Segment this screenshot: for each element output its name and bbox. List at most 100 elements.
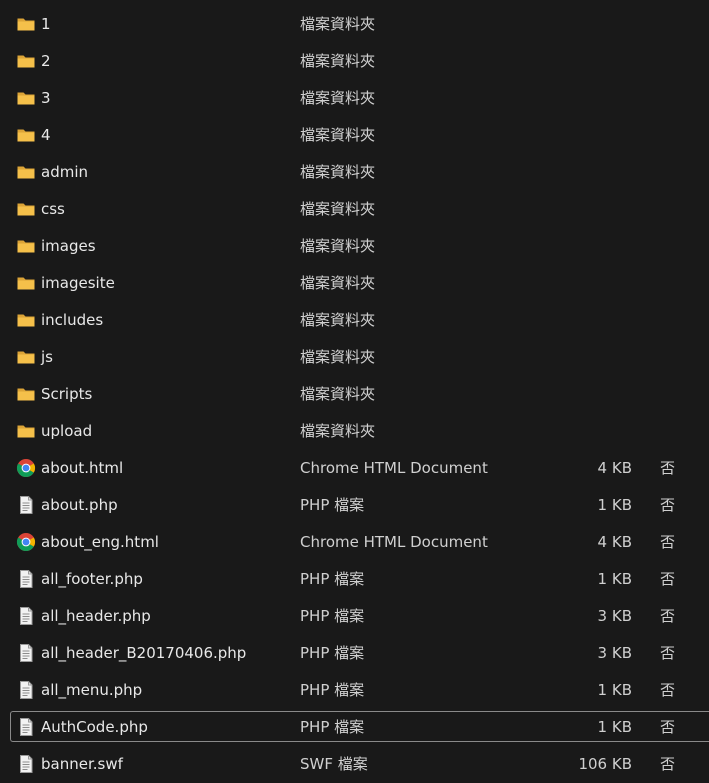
file-name: all_footer.php — [41, 570, 143, 588]
folder-icon — [16, 421, 36, 441]
folder-icon — [16, 14, 36, 34]
file-icon — [16, 717, 36, 737]
file-availability: 否 — [660, 570, 676, 588]
chrome-icon — [16, 458, 36, 478]
folder-icon — [16, 88, 36, 108]
file-row[interactable]: all_menu.php PHP 檔案 1 KB 否 — [10, 674, 709, 705]
file-row[interactable]: about_eng.html Chrome HTML Document 4 KB 否 — [10, 526, 709, 557]
file-type: 檔案資料夾 — [300, 422, 376, 440]
file-name: imagesite — [41, 274, 115, 292]
file-availability: 否 — [660, 755, 676, 773]
file-availability: 否 — [660, 681, 676, 699]
file-type: PHP 檔案 — [300, 570, 365, 588]
file-name: about_eng.html — [41, 533, 159, 551]
file-row[interactable]: 3 檔案資料夾 — [10, 82, 709, 113]
file-row[interactable]: all_header.php PHP 檔案 3 KB 否 — [10, 600, 709, 631]
file-row[interactable]: imagesite 檔案資料夾 — [10, 267, 709, 298]
file-row[interactable]: about.php PHP 檔案 1 KB 否 — [10, 489, 709, 520]
file-row[interactable]: includes 檔案資料夾 — [10, 304, 709, 335]
file-name: 4 — [41, 126, 51, 144]
file-row[interactable]: js 檔案資料夾 — [10, 341, 709, 372]
file-type: 檔案資料夾 — [300, 163, 376, 181]
file-name: admin — [41, 163, 88, 181]
folder-icon — [16, 162, 36, 182]
file-size: 1 KB — [597, 496, 632, 514]
folder-icon — [16, 310, 36, 330]
file-name: Scripts — [41, 385, 93, 403]
file-size: 3 KB — [597, 607, 632, 625]
file-row[interactable]: about.html Chrome HTML Document 4 KB 否 — [10, 452, 709, 483]
file-name: all_header.php — [41, 607, 151, 625]
folder-icon — [16, 236, 36, 256]
file-type: 檔案資料夾 — [300, 348, 376, 366]
file-size: 1 KB — [597, 718, 632, 736]
file-availability: 否 — [660, 718, 676, 736]
folder-icon — [16, 51, 36, 71]
file-row[interactable]: all_header_B20170406.php PHP 檔案 3 KB 否 — [10, 637, 709, 668]
file-name: 3 — [41, 89, 51, 107]
file-row[interactable]: images 檔案資料夾 — [10, 230, 709, 261]
file-icon — [16, 495, 36, 515]
file-row[interactable]: 4 檔案資料夾 — [10, 119, 709, 150]
file-type: 檔案資料夾 — [300, 126, 376, 144]
folder-icon — [16, 273, 36, 293]
file-name: all_header_B20170406.php — [41, 644, 247, 662]
file-row[interactable]: upload 檔案資料夾 — [10, 415, 709, 446]
file-row[interactable]: 2 檔案資料夾 — [10, 45, 709, 76]
file-size: 4 KB — [597, 459, 632, 477]
folder-icon — [16, 384, 36, 404]
file-name: banner.swf — [41, 755, 123, 773]
file-list: 1 檔案資料夾 2 檔案資料夾 3 檔案資料夾 4 檔案資料夾 admin 檔案資料夾 css 檔案資… — [0, 0, 709, 783]
file-size: 1 KB — [597, 570, 632, 588]
file-name: css — [41, 200, 65, 218]
file-row[interactable]: css 檔案資料夾 — [10, 193, 709, 224]
file-availability: 否 — [660, 533, 676, 551]
file-size: 4 KB — [597, 533, 632, 551]
file-name: about.html — [41, 459, 124, 477]
file-name: js — [41, 348, 53, 366]
file-name: images — [41, 237, 96, 255]
file-type: PHP 檔案 — [300, 718, 365, 736]
folder-icon — [16, 347, 36, 367]
file-row[interactable]: 1 檔案資料夾 — [10, 8, 709, 39]
file-icon — [16, 754, 36, 774]
file-type: Chrome HTML Document — [300, 533, 488, 551]
file-name: includes — [41, 311, 104, 329]
folder-icon — [16, 199, 36, 219]
file-size: 106 KB — [578, 755, 632, 773]
file-name: 2 — [41, 52, 51, 70]
file-availability: 否 — [660, 459, 676, 477]
file-size: 1 KB — [597, 681, 632, 699]
file-icon — [16, 643, 36, 663]
file-name: AuthCode.php — [41, 718, 148, 736]
file-type: PHP 檔案 — [300, 681, 365, 699]
file-size: 3 KB — [597, 644, 632, 662]
file-row[interactable]: AuthCode.php PHP 檔案 1 KB 否 — [10, 711, 709, 742]
file-icon — [16, 680, 36, 700]
file-availability: 否 — [660, 496, 676, 514]
file-type: 檔案資料夾 — [300, 385, 376, 403]
file-row[interactable]: banner.swf SWF 檔案 106 KB 否 — [10, 748, 709, 779]
file-icon — [16, 606, 36, 626]
file-availability: 否 — [660, 644, 676, 662]
file-type: PHP 檔案 — [300, 644, 365, 662]
file-row[interactable]: Scripts 檔案資料夾 — [10, 378, 709, 409]
file-type: 檔案資料夾 — [300, 15, 376, 33]
file-type: SWF 檔案 — [300, 755, 368, 773]
file-row[interactable]: all_footer.php PHP 檔案 1 KB 否 — [10, 563, 709, 594]
file-type: 檔案資料夾 — [300, 89, 376, 107]
folder-icon — [16, 125, 36, 145]
file-type: 檔案資料夾 — [300, 311, 376, 329]
file-type: 檔案資料夾 — [300, 200, 376, 218]
file-type: 檔案資料夾 — [300, 274, 376, 292]
file-type: Chrome HTML Document — [300, 459, 488, 477]
file-type: PHP 檔案 — [300, 496, 365, 514]
chrome-icon — [16, 532, 36, 552]
file-icon — [16, 569, 36, 589]
file-name: upload — [41, 422, 93, 440]
file-availability: 否 — [660, 607, 676, 625]
file-type: 檔案資料夾 — [300, 237, 376, 255]
file-type: 檔案資料夾 — [300, 52, 376, 70]
file-row[interactable]: admin 檔案資料夾 — [10, 156, 709, 187]
file-name: 1 — [41, 15, 51, 33]
